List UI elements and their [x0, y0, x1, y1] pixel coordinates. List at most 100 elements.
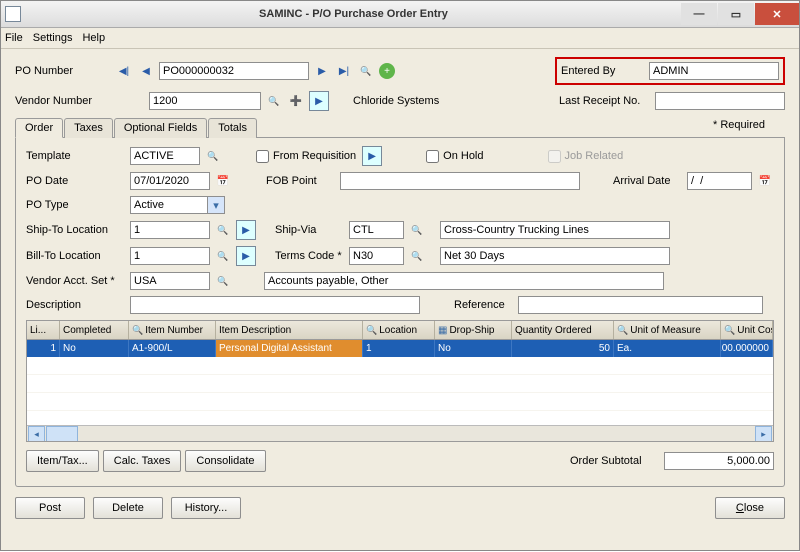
consolidate-button[interactable]: Consolidate — [185, 450, 265, 472]
template-input[interactable] — [130, 147, 200, 165]
terms-finder-icon[interactable] — [408, 247, 426, 265]
cell-item-no[interactable]: A1-900/L — [129, 340, 216, 357]
last-receipt-input[interactable] — [655, 92, 785, 110]
close-window-button[interactable]: ✕ — [755, 3, 799, 25]
grid-header: Li... Completed Item Number Item Descrip… — [27, 321, 773, 340]
po-number-input[interactable] — [159, 62, 309, 80]
close-dialog-button[interactable]: CCloselose — [715, 497, 785, 519]
arrival-date-input[interactable] — [687, 172, 752, 190]
minimize-button[interactable]: — — [681, 3, 717, 25]
grid-row-1[interactable]: 1 No A1-900/L Personal Digital Assistant… — [27, 340, 773, 357]
entered-by-highlight: Entered By — [555, 57, 785, 85]
vendor-new-icon[interactable]: ➕ — [287, 92, 305, 110]
reference-input[interactable] — [518, 296, 763, 314]
col-line[interactable]: Li... — [27, 321, 60, 339]
new-record-icon[interactable]: + — [379, 63, 395, 79]
bill-to-zoom-icon[interactable]: ▶ — [236, 246, 256, 266]
terms-label: Terms Code * — [275, 250, 345, 262]
last-receipt-label: Last Receipt No. — [559, 95, 651, 107]
cell-uom[interactable]: Ea. — [614, 340, 721, 357]
fob-input[interactable] — [340, 172, 580, 190]
col-completed[interactable]: Completed — [60, 321, 129, 339]
vendor-acct-desc[interactable] — [264, 272, 664, 290]
cell-qty[interactable]: 50 — [512, 340, 614, 357]
tab-optional-fields[interactable]: Optional Fields — [114, 118, 207, 138]
next-record-icon[interactable] — [313, 62, 331, 80]
cell-item-desc[interactable]: Personal Digital Assistant — [216, 340, 363, 357]
vendor-acct-finder-icon[interactable] — [214, 272, 232, 290]
po-date-calendar-icon[interactable]: 📅 — [214, 172, 232, 190]
cell-completed[interactable]: No — [60, 340, 129, 357]
entered-by-input[interactable] — [649, 62, 779, 80]
maximize-button[interactable]: ▭ — [718, 3, 754, 25]
first-record-icon[interactable]: | — [115, 62, 133, 80]
requisition-zoom-icon[interactable]: ▶ — [362, 146, 382, 166]
cell-location[interactable]: 1 — [363, 340, 435, 357]
cell-unit-cost[interactable]: 100.000000 — [721, 340, 773, 357]
ship-via-input[interactable] — [349, 221, 404, 239]
cell-line[interactable]: 1 — [27, 340, 60, 357]
reference-label: Reference — [454, 299, 514, 311]
menu-help[interactable]: Help — [82, 32, 105, 44]
po-date-input[interactable] — [130, 172, 210, 190]
description-input[interactable] — [130, 296, 420, 314]
dialog-buttons: Post Delete History... CCloselose — [15, 497, 785, 519]
vendor-finder-icon[interactable] — [265, 92, 283, 110]
delete-button[interactable]: Delete — [93, 497, 163, 519]
prev-record-icon[interactable] — [137, 62, 155, 80]
col-qty[interactable]: Quantity Ordered — [512, 321, 614, 339]
col-uom[interactable]: Unit of Measure — [614, 321, 721, 339]
history-button[interactable]: History... — [171, 497, 241, 519]
col-item-number[interactable]: Item Number — [129, 321, 216, 339]
bill-to-finder-icon[interactable] — [214, 247, 232, 265]
vendor-number-input[interactable] — [149, 92, 261, 110]
bill-to-input[interactable] — [130, 247, 210, 265]
po-number-label: PO Number — [15, 65, 111, 77]
ship-to-input[interactable] — [130, 221, 210, 239]
ship-via-label: Ship-Via — [275, 224, 345, 236]
po-type-combo[interactable]: ▾ — [130, 196, 225, 214]
order-subtotal-label: Order Subtotal — [570, 455, 660, 467]
ship-to-zoom-icon[interactable]: ▶ — [236, 220, 256, 240]
scroll-thumb[interactable] — [46, 426, 78, 442]
from-requisition-checkbox[interactable]: From Requisition — [256, 150, 356, 163]
col-location[interactable]: Location — [363, 321, 435, 339]
calc-taxes-button[interactable]: Calc. Taxes — [103, 450, 182, 472]
tab-order[interactable]: Order — [15, 118, 63, 138]
entered-by-label: Entered By — [561, 65, 641, 77]
col-item-desc[interactable]: Item Description — [216, 321, 363, 339]
scroll-left-icon[interactable]: ◂ — [28, 426, 45, 442]
vendor-acct-input[interactable] — [130, 272, 210, 290]
po-finder-icon[interactable] — [357, 62, 375, 80]
menu-settings[interactable]: Settings — [33, 32, 73, 44]
ship-to-finder-icon[interactable] — [214, 221, 232, 239]
col-dropship[interactable]: ▦Drop-Ship — [435, 321, 512, 339]
po-date-label: PO Date — [26, 175, 126, 187]
col-unit-cost[interactable]: Unit Cost — [721, 321, 773, 339]
chevron-down-icon[interactable]: ▾ — [207, 197, 224, 213]
finder-icon — [132, 325, 143, 336]
tab-taxes[interactable]: Taxes — [64, 118, 113, 138]
on-hold-checkbox[interactable]: On Hold — [426, 150, 483, 163]
grid-horizontal-scrollbar[interactable]: ◂ ▸ — [27, 425, 773, 442]
cell-dropship[interactable]: No — [435, 340, 512, 357]
bill-to-label: Bill-To Location — [26, 250, 126, 262]
menu-file[interactable]: File — [5, 32, 23, 44]
order-panel: Template From Requisition ▶ On Hold Job … — [15, 138, 785, 487]
title-bar: SAMINC - P/O Purchase Order Entry — ▭ ✕ — [1, 1, 799, 28]
terms-desc[interactable] — [440, 247, 670, 265]
app-icon — [5, 6, 21, 22]
scroll-right-icon[interactable]: ▸ — [755, 426, 772, 442]
terms-input[interactable] — [349, 247, 404, 265]
po-type-label: PO Type — [26, 199, 126, 211]
item-tax-button[interactable]: Item/Tax... — [26, 450, 99, 472]
post-button[interactable]: Post — [15, 497, 85, 519]
arrival-calendar-icon[interactable]: 📅 — [756, 172, 774, 190]
template-finder-icon[interactable] — [204, 147, 222, 165]
tab-totals[interactable]: Totals — [208, 118, 257, 138]
ship-via-finder-icon[interactable] — [408, 221, 426, 239]
order-lines-grid[interactable]: Li... Completed Item Number Item Descrip… — [26, 320, 774, 442]
last-record-icon[interactable]: | — [335, 62, 353, 80]
vendor-zoom-icon[interactable]: ▶ — [309, 91, 329, 111]
ship-via-desc[interactable] — [440, 221, 670, 239]
